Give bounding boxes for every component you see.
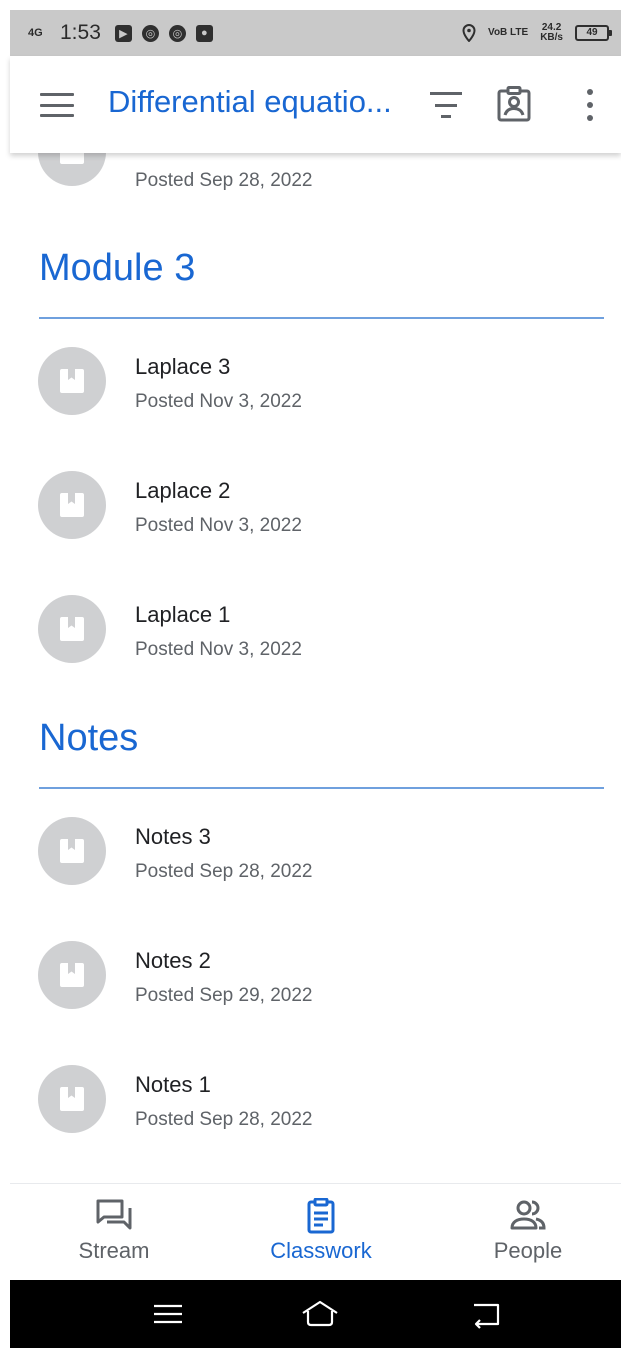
item-posted-date: Posted Sep 28, 2022 (135, 1109, 313, 1130)
volte-indicator: VoB LTE (488, 27, 529, 38)
network-speed: 24.2 KB/s (540, 23, 563, 43)
section-heading: Notes (39, 717, 139, 759)
bottom-navigation: Stream Classwork People (10, 1183, 621, 1280)
item-posted-date: Posted Nov 3, 2022 (135, 391, 302, 412)
material-icon-circle (38, 941, 106, 1009)
list-item[interactable]: Notes 2 Posted Sep 29, 2022 (10, 941, 621, 1041)
material-icon-circle (38, 347, 106, 415)
location-icon (462, 24, 476, 42)
filter-icon[interactable] (430, 92, 462, 118)
list-item[interactable]: Laplace 1 Posted Nov 3, 2022 (10, 595, 621, 695)
speed-unit: KB/s (540, 32, 563, 43)
item-title: Notes 1 (135, 1072, 211, 1097)
item-title: Laplace 2 (135, 478, 231, 503)
battery-level: 49 (586, 27, 598, 38)
item-title: Notes 2 (135, 948, 211, 973)
app-bar: Differential equatio... (10, 56, 621, 153)
nav-people[interactable]: People (438, 1184, 618, 1281)
material-icon (60, 369, 84, 393)
section-divider (39, 787, 604, 789)
menu-icon[interactable] (40, 90, 74, 120)
your-work-icon[interactable] (497, 86, 531, 122)
item-title: Notes 3 (135, 824, 211, 849)
chrome-notification-icon: ◎ (141, 24, 159, 42)
item-title: Laplace 1 (135, 602, 231, 627)
people-icon (510, 1200, 546, 1230)
section-divider (39, 317, 604, 319)
item-posted-date: Posted Sep 29, 2022 (135, 985, 313, 1006)
item-posted-date: Posted Nov 3, 2022 (135, 515, 302, 536)
material-icon-circle (38, 817, 106, 885)
recents-menu-icon[interactable] (148, 1298, 188, 1330)
nav-people-label: People (493, 1238, 563, 1263)
item-posted-date: Posted Sep 28, 2022 (135, 170, 313, 191)
list-item-partial[interactable]: Posted Sep 28, 2022 (10, 153, 621, 238)
nav-classwork[interactable]: Classwork (231, 1184, 411, 1281)
system-navigation-bar (10, 1280, 621, 1348)
item-posted-date: Posted Nov 3, 2022 (135, 639, 302, 660)
classwork-icon (307, 1198, 335, 1234)
item-title: Laplace 3 (135, 354, 231, 379)
material-icon-circle (38, 471, 106, 539)
youtube-notification-icon: ▶ (114, 24, 132, 42)
nav-stream[interactable]: Stream (24, 1184, 204, 1281)
list-item[interactable]: Notes 1 Posted Sep 28, 2022 (10, 1065, 621, 1165)
material-icon (60, 963, 84, 987)
list-item[interactable]: Laplace 3 Posted Nov 3, 2022 (10, 347, 621, 447)
nav-classwork-label: Classwork (270, 1238, 372, 1263)
home-icon[interactable] (300, 1298, 340, 1330)
class-title: Differential equatio... (108, 84, 392, 119)
list-item[interactable]: Notes 3 Posted Sep 28, 2022 (10, 817, 621, 917)
more-options-icon[interactable] (583, 89, 597, 121)
classwork-list: Posted Sep 28, 2022 Module 3 Laplace 3 P… (10, 153, 621, 1183)
status-time: 1:53 (60, 21, 101, 44)
material-icon (60, 839, 84, 863)
back-icon[interactable] (466, 1298, 506, 1330)
battery-icon: 49 (575, 25, 612, 41)
material-icon (60, 1087, 84, 1111)
section-heading: Module 3 (39, 247, 196, 289)
material-icon-circle (38, 1065, 106, 1133)
stream-icon (96, 1199, 132, 1230)
network-indicator: 4G (28, 27, 43, 39)
nav-stream-label: Stream (78, 1238, 150, 1263)
item-posted-date: Posted Sep 28, 2022 (135, 861, 313, 882)
material-icon (60, 493, 84, 517)
chrome-notification-icon-2: ◎ (168, 24, 186, 42)
status-bar: 4G 1:53 ▶ ◎ ◎ ● VoB LTE 24.2 KB/s 49 (10, 10, 621, 56)
material-icon (60, 153, 84, 164)
material-icon-circle (38, 153, 106, 186)
material-icon (60, 617, 84, 641)
material-icon-circle (38, 595, 106, 663)
list-item[interactable]: Laplace 2 Posted Nov 3, 2022 (10, 471, 621, 571)
mic-notification-icon: ● (195, 24, 213, 42)
